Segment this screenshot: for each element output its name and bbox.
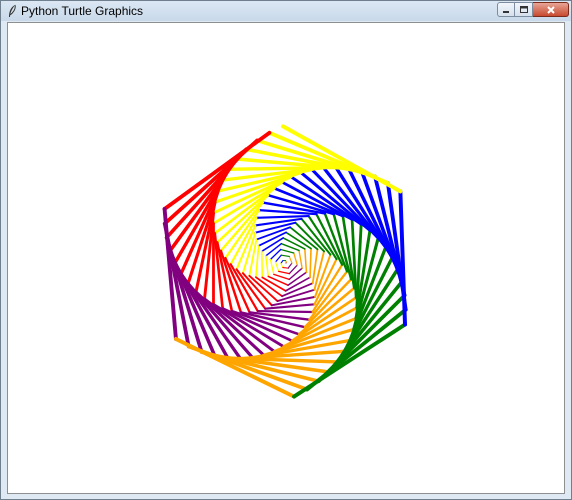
spiral-segment [287, 262, 293, 269]
spiral-segment [255, 244, 260, 279]
minimize-icon [503, 10, 509, 13]
spiral-segment [282, 266, 289, 269]
spiral-segment [307, 214, 338, 261]
turtle-window: Python Turtle Graphics [0, 0, 572, 500]
spiral-segment [280, 254, 290, 258]
spiral-segment [298, 249, 303, 269]
turtle-canvas[interactable] [8, 23, 564, 493]
window-title: Python Turtle Graphics [21, 4, 144, 18]
spiral-segment [273, 273, 290, 281]
spiral-segment [280, 248, 295, 254]
spiral-segment [288, 255, 293, 264]
close-button[interactable] [533, 2, 569, 17]
spiral-segment [309, 247, 312, 279]
close-icon [546, 5, 555, 14]
spiral-segment [288, 264, 298, 275]
spiral-segment [255, 214, 310, 219]
spiral-segment [288, 267, 303, 281]
spiral-segment [274, 261, 280, 273]
spiral-drawing [162, 124, 408, 399]
minimize-button[interactable] [497, 2, 515, 17]
spiral-segment [235, 268, 267, 310]
spiral-segment [304, 248, 308, 274]
spiral-segment [269, 258, 275, 276]
spiral-segment [280, 262, 284, 269]
spiral-segment [293, 252, 298, 266]
spiral-segment [256, 309, 314, 314]
spiral-segment [265, 255, 270, 278]
spiral-segment [274, 254, 282, 263]
maximize-button[interactable] [515, 2, 533, 17]
spiral-segment [173, 337, 297, 399]
title-bar[interactable]: Python Turtle Graphics [1, 1, 571, 21]
spiral-segment [248, 238, 258, 277]
spiral-segment [398, 189, 407, 327]
maximize-icon [519, 6, 528, 13]
spiral-segment [278, 270, 290, 275]
feather-icon [9, 4, 16, 17]
turtle-canvas-area[interactable] [7, 22, 565, 494]
spiral-segment [282, 237, 306, 250]
spiral-segment [265, 242, 283, 257]
